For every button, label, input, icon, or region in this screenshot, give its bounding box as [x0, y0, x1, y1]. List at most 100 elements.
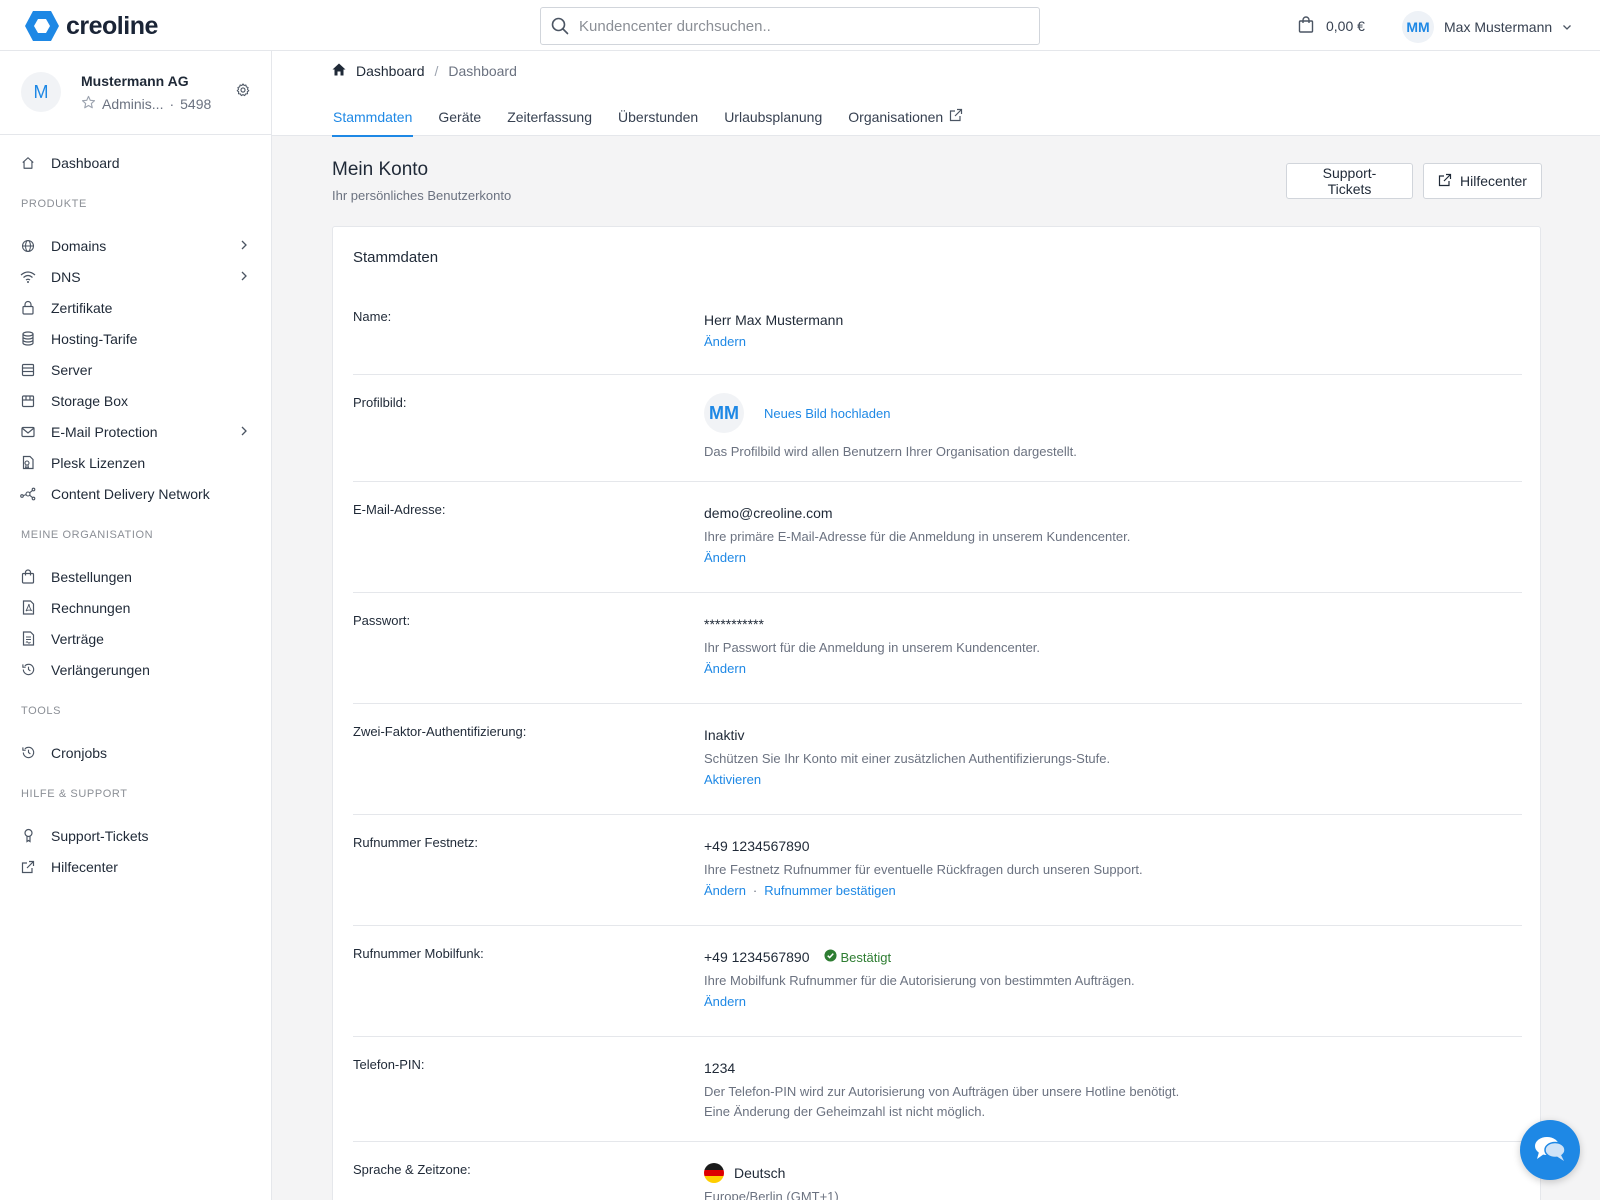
- sidebar-item-hosting-tarife[interactable]: Hosting-Tarife: [0, 323, 271, 354]
- sidebar-item-label: Verträge: [51, 630, 104, 647]
- row-2fa: Zwei-Faktor-Authentifizierung: Inaktiv S…: [353, 704, 1522, 815]
- network-icon: [20, 486, 36, 502]
- tab-zeiterfassung[interactable]: Zeiterfassung: [506, 97, 593, 136]
- sidebar-item-plesk-lizenzen[interactable]: Plesk Lizenzen: [0, 447, 271, 478]
- cart-amount: 0,00 €: [1326, 18, 1365, 34]
- row-label: Rufnummer Mobilfunk:: [353, 946, 484, 961]
- landline-value: +49 1234567890: [704, 838, 810, 854]
- password-value: ***********: [704, 616, 764, 632]
- star-icon[interactable]: [81, 95, 96, 113]
- creoline-logo[interactable]: creoline: [24, 10, 158, 42]
- search-icon: [541, 17, 579, 35]
- breadcrumb-root[interactable]: Dashboard: [356, 63, 425, 79]
- sidebar-nav: Dashboard PRODUKTE Domains DNS Zertifika…: [0, 135, 271, 882]
- user-menu[interactable]: MM Max Mustermann: [1402, 11, 1572, 43]
- change-password-link[interactable]: Ändern: [704, 661, 746, 676]
- chat-button[interactable]: [1520, 1120, 1580, 1180]
- row-label: Profilbild:: [353, 395, 407, 410]
- user-avatar: MM: [1402, 11, 1434, 43]
- sidebar-item-label: Zertifikate: [51, 299, 113, 316]
- chevron-down-icon: [1562, 19, 1572, 35]
- sidebar-item-label: Rechnungen: [51, 599, 131, 616]
- support-tickets-button[interactable]: Support-Tickets: [1286, 163, 1413, 199]
- external-link-icon: [20, 859, 36, 875]
- stammdaten-rows: Name: Herr Max Mustermann Ändern Profilb…: [353, 289, 1522, 1200]
- sidebar-item-label: Dashboard: [51, 154, 120, 171]
- globe-icon: [20, 238, 36, 254]
- wifi-icon: [20, 269, 36, 285]
- upload-image-link[interactable]: Neues Bild hochladen: [764, 406, 890, 421]
- database-icon: [20, 331, 36, 347]
- pin-value: 1234: [704, 1060, 736, 1076]
- change-mobile-link[interactable]: Ändern: [704, 994, 746, 1009]
- sidebar-item-label: Hosting-Tarife: [51, 330, 138, 347]
- link-separator: ·: [752, 883, 758, 898]
- tab-geraete[interactable]: Geräte: [437, 97, 482, 136]
- shopping-bag-icon: [1298, 16, 1314, 36]
- sidebar-item-hilfecenter[interactable]: Hilfecenter: [0, 851, 271, 882]
- top-bar: creoline 0,00 € MM Max Mustermann: [0, 0, 1600, 51]
- sidebar-item-email-protection[interactable]: E-Mail Protection: [0, 416, 271, 447]
- change-email-link[interactable]: Ändern: [704, 550, 746, 565]
- row-label: Zwei-Faktor-Authentifizierung:: [353, 724, 527, 739]
- mobile-description: Ihre Mobilfunk Rufnummer für die Autoris…: [704, 973, 1135, 988]
- sidebar-item-label: Domains: [51, 237, 107, 254]
- sidebar-item-label: E-Mail Protection: [51, 423, 158, 440]
- chat-bubble-icon: [1533, 1135, 1567, 1166]
- sidebar-item-dashboard[interactable]: Dashboard: [0, 147, 271, 178]
- change-landline-link[interactable]: Ändern: [704, 883, 746, 898]
- sidebar-item-dns[interactable]: DNS: [0, 261, 271, 292]
- row-festnetz: Rufnummer Festnetz: +49 1234567890 Ihre …: [353, 815, 1522, 926]
- sidebar-item-domains[interactable]: Domains: [0, 230, 271, 261]
- cart[interactable]: 0,00 €: [1298, 16, 1365, 36]
- row-telefon-pin: Telefon-PIN: 1234 Der Telefon-PIN wird z…: [353, 1037, 1522, 1142]
- language-value: Deutsch: [734, 1165, 786, 1181]
- sidebar-section-meine-organisation: MEINE ORGANISATION: [21, 529, 154, 541]
- sidebar-item-bestellungen[interactable]: Bestellungen: [0, 561, 271, 592]
- tab-stammdaten[interactable]: Stammdaten: [332, 97, 414, 137]
- sidebar-item-verlaengerungen[interactable]: Verlängerungen: [0, 654, 271, 685]
- sidebar-item-vertraege[interactable]: Verträge: [0, 623, 271, 654]
- breadcrumb: Dashboard / Dashboard: [332, 63, 517, 79]
- sidebar-item-label: DNS: [51, 268, 81, 285]
- user-name: Max Mustermann: [1444, 19, 1553, 35]
- home-icon[interactable]: [332, 63, 346, 79]
- card-title: Stammdaten: [353, 249, 439, 266]
- search-box[interactable]: [540, 7, 1040, 45]
- row-label: Name:: [353, 309, 392, 324]
- activate-2fa-link[interactable]: Aktivieren: [704, 772, 761, 787]
- timezone-value: Europe/Berlin (GMT+1): [704, 1189, 839, 1200]
- history-icon: [20, 745, 36, 761]
- button-label: Hilfecenter: [1460, 173, 1527, 189]
- sidebar-item-rechnungen[interactable]: Rechnungen: [0, 592, 271, 623]
- sidebar-item-storage-box[interactable]: Storage Box: [0, 385, 271, 416]
- sidebar-item-zertifikate[interactable]: Zertifikate: [0, 292, 271, 323]
- change-name-link[interactable]: Ändern: [704, 334, 746, 349]
- hilfecenter-button[interactable]: Hilfecenter: [1423, 163, 1542, 199]
- tab-ueberstunden[interactable]: Überstunden: [617, 97, 699, 136]
- sidebar-item-server[interactable]: Server: [0, 354, 271, 385]
- email-value: demo@creoline.com: [704, 505, 833, 521]
- org-name: Mustermann AG: [81, 73, 189, 89]
- org-meta: Adminis... · 5498: [81, 95, 211, 113]
- history-icon: [20, 662, 36, 678]
- email-description: Ihre primäre E-Mail-Adresse für die Anme…: [704, 529, 1131, 544]
- org-number: 5498: [180, 96, 212, 112]
- sidebar: M Mustermann AG Adminis... · 5498 Dashbo…: [0, 51, 272, 1200]
- home-icon: [20, 155, 36, 171]
- sidebar-item-label: Hilfecenter: [51, 858, 118, 875]
- lock-icon: [20, 300, 36, 316]
- search-input[interactable]: [579, 17, 1039, 35]
- tab-urlaubsplanung[interactable]: Urlaubsplanung: [723, 97, 823, 136]
- breadcrumb-current: Dashboard: [448, 63, 517, 79]
- sidebar-section-tools: TOOLS: [21, 705, 62, 717]
- main-header: Dashboard / Dashboard Stammdaten Geräte …: [272, 51, 1600, 137]
- sidebar-item-cdn[interactable]: Content Delivery Network: [0, 478, 271, 509]
- sidebar-item-support-tickets[interactable]: Support-Tickets: [0, 820, 271, 851]
- profile-avatar: MM: [704, 393, 744, 433]
- sidebar-item-cronjobs[interactable]: Cronjobs: [0, 737, 271, 768]
- tab-organisationen[interactable]: Organisationen: [847, 97, 964, 136]
- confirm-landline-link[interactable]: Rufnummer bestätigen: [764, 883, 896, 898]
- gear-icon[interactable]: [236, 83, 250, 100]
- org-switcher[interactable]: M Mustermann AG Adminis... · 5498: [0, 51, 271, 135]
